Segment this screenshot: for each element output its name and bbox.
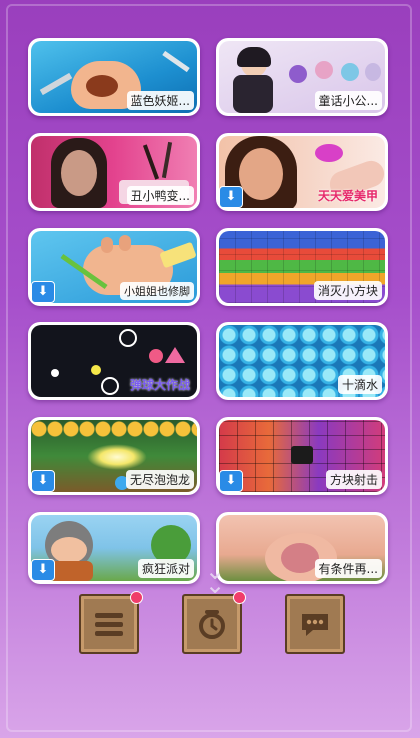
game-card[interactable]: 丑小鸭变...: [28, 133, 200, 211]
download-icon[interactable]: ⬇: [31, 281, 55, 303]
game-title: 方块射击: [325, 470, 382, 489]
game-title: 蓝色妖姬...: [126, 91, 194, 110]
game-title: 弹球大作战: [129, 378, 190, 392]
game-card[interactable]: ⬇ 疯狂派对: [28, 512, 200, 584]
game-card[interactable]: 蓝色妖姬...: [28, 38, 200, 116]
menu-button[interactable]: [79, 591, 143, 654]
game-card[interactable]: ⬇ 方块射击: [216, 417, 388, 495]
game-title: 小姐姐也修脚: [120, 282, 194, 300]
game-title: 童话小公...: [314, 91, 382, 110]
game-title: 无尽泡泡龙: [125, 470, 194, 489]
alarm-clock-icon: [199, 610, 225, 639]
game-card[interactable]: ⬇ 小姐姐也修脚: [28, 228, 200, 306]
game-title: 十滴水: [337, 375, 382, 394]
download-icon[interactable]: ⬇: [31, 559, 55, 581]
download-icon[interactable]: ⬇: [31, 470, 55, 492]
game-card[interactable]: 有条件再...: [216, 512, 388, 584]
notification-badge: [130, 591, 143, 604]
game-card[interactable]: ⬇ 无尽泡泡龙: [28, 417, 200, 495]
game-card[interactable]: ⬇ 天天爱美甲: [216, 133, 388, 211]
game-title: 天天爱美甲: [317, 189, 378, 203]
game-title: 有条件再...: [314, 559, 382, 578]
game-card[interactable]: 消灭小方块: [216, 228, 388, 306]
alarm-button[interactable]: [182, 591, 246, 654]
game-card[interactable]: 童话小公...: [216, 38, 388, 116]
messages-button[interactable]: [285, 594, 345, 654]
game-title: 丑小鸭变...: [126, 186, 194, 205]
menu-icon: [95, 613, 123, 636]
download-icon[interactable]: ⬇: [219, 470, 243, 492]
chevron-down-icon[interactable]: ⌄ ⌄: [198, 559, 232, 597]
game-title: 疯狂派对: [137, 559, 194, 578]
game-card[interactable]: 弹球大作战: [28, 322, 200, 400]
game-card[interactable]: 十滴水: [216, 322, 388, 400]
chat-bubble-icon: [302, 614, 328, 636]
game-title: 消灭小方块: [313, 281, 382, 300]
notification-badge: [233, 591, 246, 604]
download-icon[interactable]: ⬇: [219, 186, 243, 208]
